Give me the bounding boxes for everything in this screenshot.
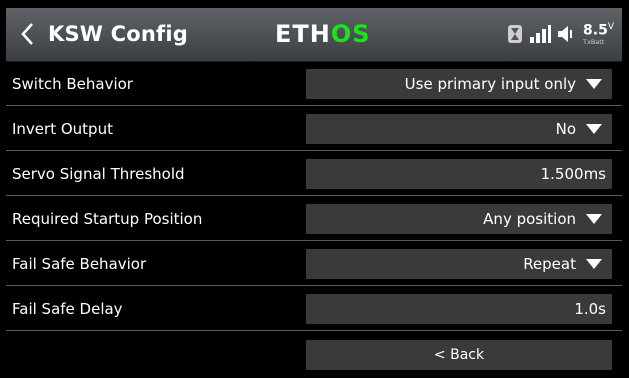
row-fail-safe-behavior: Fail Safe Behavior Repeat bbox=[6, 243, 622, 286]
logo-text-eth: ETH bbox=[275, 20, 331, 48]
required-startup-position-dropdown[interactable]: Any position bbox=[306, 204, 612, 234]
logo-text-os: OS bbox=[330, 20, 371, 48]
servo-signal-threshold-field[interactable]: 1.500ms bbox=[306, 159, 612, 189]
screen: KSW Config ETH OS 8.5V TxBatt Switch Beh… bbox=[6, 8, 622, 372]
row-switch-behavior: Switch Behavior Use primary input only bbox=[6, 63, 622, 106]
fail-safe-behavior-value: Repeat bbox=[523, 255, 576, 273]
caret-down-icon bbox=[586, 214, 602, 224]
switch-behavior-dropdown[interactable]: Use primary input only bbox=[306, 69, 612, 99]
back-button[interactable]: < Back bbox=[306, 340, 612, 370]
header-back-button[interactable]: KSW Config bbox=[16, 17, 188, 51]
row-required-startup-position: Required Startup Position Any position bbox=[6, 198, 622, 241]
invert-output-label: Invert Output bbox=[12, 120, 113, 138]
header-bar: KSW Config ETH OS 8.5V TxBatt bbox=[6, 8, 622, 62]
caret-down-icon bbox=[586, 79, 602, 89]
switch-behavior-label: Switch Behavior bbox=[12, 75, 133, 93]
row-divider bbox=[6, 285, 622, 286]
device-frame: KSW Config ETH OS 8.5V TxBatt Switch Beh… bbox=[0, 0, 629, 378]
battery-value-wrap: 8.5V bbox=[583, 21, 614, 39]
battery-value: 8.5 bbox=[583, 22, 608, 39]
battery-label: TxBatt bbox=[583, 37, 605, 46]
servo-signal-threshold-value: 1.500ms bbox=[540, 165, 606, 183]
chevron-left-icon bbox=[16, 19, 38, 49]
battery-unit: V bbox=[607, 21, 614, 32]
fail-safe-behavior-label: Fail Safe Behavior bbox=[12, 255, 147, 273]
switch-behavior-value: Use primary input only bbox=[404, 75, 576, 93]
status-area: 8.5V TxBatt bbox=[507, 16, 614, 52]
row-divider bbox=[6, 150, 622, 151]
battery-indicator: 8.5V TxBatt bbox=[583, 21, 614, 46]
caret-down-icon bbox=[586, 259, 602, 269]
signal-bars-icon bbox=[529, 24, 552, 44]
page-title: KSW Config bbox=[48, 22, 189, 46]
invert-output-dropdown[interactable]: No bbox=[306, 114, 612, 144]
speaker-icon bbox=[557, 24, 573, 44]
row-fail-safe-delay: Fail Safe Delay 1.0s bbox=[6, 288, 622, 331]
caret-down-icon bbox=[586, 124, 602, 134]
invert-output-value: No bbox=[555, 120, 576, 138]
row-divider bbox=[6, 330, 622, 331]
row-invert-output: Invert Output No bbox=[6, 108, 622, 151]
fail-safe-delay-value: 1.0s bbox=[574, 300, 606, 318]
row-divider bbox=[6, 105, 622, 106]
hourglass-icon bbox=[507, 24, 523, 44]
servo-signal-threshold-label: Servo Signal Threshold bbox=[12, 165, 185, 183]
fail-safe-behavior-dropdown[interactable]: Repeat bbox=[306, 249, 612, 279]
back-button-label: < Back bbox=[433, 347, 485, 363]
row-divider bbox=[6, 195, 622, 196]
ethos-logo: ETH OS bbox=[275, 19, 371, 49]
fail-safe-delay-field[interactable]: 1.0s bbox=[306, 294, 612, 324]
required-startup-position-label: Required Startup Position bbox=[12, 210, 203, 228]
required-startup-position-value: Any position bbox=[483, 210, 576, 228]
row-divider bbox=[6, 240, 622, 241]
fail-safe-delay-label: Fail Safe Delay bbox=[12, 300, 123, 318]
row-servo-signal-threshold: Servo Signal Threshold 1.500ms bbox=[6, 153, 622, 196]
